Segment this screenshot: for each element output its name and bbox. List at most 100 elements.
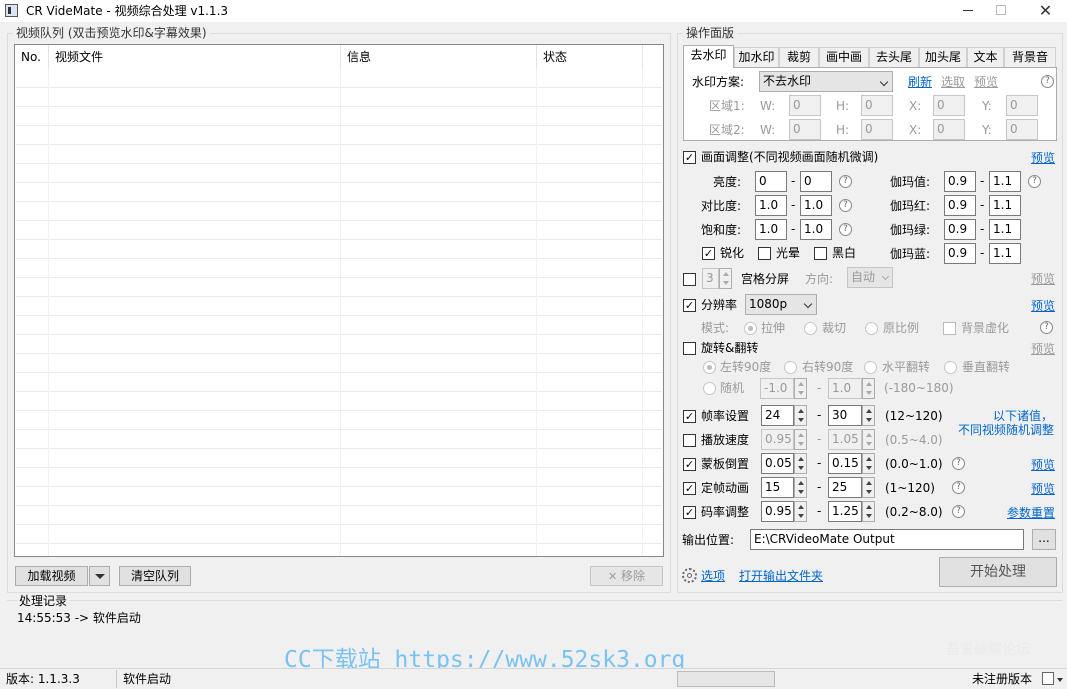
gear-icon[interactable] <box>682 568 697 583</box>
reset-link[interactable]: 参数重置 <box>1007 505 1055 521</box>
tab-add-intro[interactable]: 加头尾 <box>919 47 967 67</box>
help-icon[interactable]: ? <box>839 199 852 212</box>
tab-text[interactable]: 文本 <box>967 47 1004 67</box>
gamma-green-min[interactable]: 0.9 <box>944 219 976 240</box>
r1-h-input[interactable]: 0 <box>861 95 893 116</box>
mask-checkbox[interactable]: ✓ <box>683 458 696 471</box>
glow-checkbox[interactable] <box>758 247 771 260</box>
contrast-min[interactable]: 1.0 <box>755 195 787 216</box>
table-row[interactable] <box>16 278 662 297</box>
help-icon[interactable]: ? <box>1040 321 1053 334</box>
tab-crop[interactable]: 裁剪 <box>779 47 819 67</box>
freeze-min-spinner[interactable] <box>794 477 807 498</box>
flip-v-radio[interactable] <box>944 361 957 374</box>
gamma-green-max[interactable]: 1.1 <box>989 219 1021 240</box>
sharpen-checkbox[interactable]: ✓ <box>702 247 715 260</box>
table-row[interactable] <box>16 240 662 259</box>
start-button[interactable]: 开始处理 <box>939 557 1057 587</box>
table-row[interactable] <box>16 411 662 430</box>
table-row[interactable] <box>16 145 662 164</box>
bitrate-min-input[interactable]: 0.95 <box>761 501 794 522</box>
r1-x-input[interactable]: 0 <box>933 95 965 116</box>
r2-h-input[interactable]: 0 <box>861 119 893 140</box>
grid-preview-link[interactable]: 预览 <box>1031 271 1055 287</box>
framerate-max-input[interactable]: 30 <box>828 405 862 426</box>
maximize-icon[interactable] <box>978 0 1024 22</box>
mask-min-input[interactable]: 0.05 <box>761 453 794 474</box>
bitrate-max-input[interactable]: 1.25 <box>828 501 862 522</box>
saturation-max[interactable]: 1.0 <box>800 219 832 240</box>
table-row[interactable] <box>16 259 662 278</box>
close-icon[interactable]: ✕ <box>1024 0 1067 22</box>
rotate-random-radio[interactable] <box>703 382 716 395</box>
r1-w-input[interactable]: 0 <box>789 95 821 116</box>
gamma-red-min[interactable]: 0.9 <box>944 195 976 216</box>
speed-max-input[interactable]: 1.05 <box>828 429 862 450</box>
bitrate-min-spinner[interactable] <box>794 501 807 522</box>
bitrate-checkbox[interactable]: ✓ <box>683 506 696 519</box>
rotate-max-input[interactable]: 1.0 <box>828 378 862 399</box>
gamma-blue-max[interactable]: 1.1 <box>989 243 1021 264</box>
tab-trim[interactable]: 去头尾 <box>869 47 919 67</box>
freeze-checkbox[interactable]: ✓ <box>683 482 696 495</box>
select-link[interactable]: 选取 <box>941 74 965 90</box>
picture-adjust-checkbox[interactable]: ✓ <box>683 151 696 164</box>
tab-bgm[interactable]: 背景音 <box>1004 47 1056 67</box>
table-row[interactable] <box>16 354 662 373</box>
grid-count-spinner[interactable] <box>719 268 732 289</box>
framerate-max-spinner[interactable] <box>862 405 875 426</box>
framerate-min-spinner[interactable] <box>794 405 807 426</box>
col-no[interactable]: No. <box>15 45 49 69</box>
freeze-min-input[interactable]: 15 <box>761 477 794 498</box>
mask-min-spinner[interactable] <box>794 453 807 474</box>
flip-h-radio[interactable] <box>864 361 877 374</box>
r1-y-input[interactable]: 0 <box>1006 95 1038 116</box>
picture-preview-link[interactable]: 预览 <box>1031 150 1055 166</box>
rotate-right-radio[interactable] <box>784 361 797 374</box>
clear-queue-button[interactable]: 清空队列 <box>119 566 191 586</box>
help-icon[interactable]: ? <box>839 223 852 236</box>
freeze-max-input[interactable]: 25 <box>828 477 862 498</box>
log-scrollbar[interactable] <box>1045 610 1059 660</box>
tab-add-watermark[interactable]: 加水印 <box>734 47 779 67</box>
tab-remove-watermark[interactable]: 去水印 <box>683 45 734 68</box>
resolution-select[interactable]: 1080p <box>745 294 817 315</box>
mode-stretch-radio[interactable] <box>744 322 757 335</box>
speed-max-spinner[interactable] <box>862 429 875 450</box>
mask-preview-link[interactable]: 预览 <box>1031 457 1055 473</box>
options-link[interactable]: 选项 <box>701 568 725 584</box>
freeze-preview-link[interactable]: 预览 <box>1031 481 1055 497</box>
table-row[interactable] <box>16 506 662 525</box>
load-video-button[interactable]: 加载视频 <box>15 566 88 586</box>
table-row[interactable] <box>16 69 662 88</box>
refresh-link[interactable]: 刷新 <box>908 74 932 90</box>
col-status[interactable]: 状态 <box>537 45 643 69</box>
help-icon[interactable]: ? <box>952 481 965 494</box>
speed-min-spinner[interactable] <box>794 429 807 450</box>
r2-x-input[interactable]: 0 <box>933 119 965 140</box>
bitrate-max-spinner[interactable] <box>862 501 875 522</box>
col-file[interactable]: 视频文件 <box>49 45 341 69</box>
freeze-max-spinner[interactable] <box>862 477 875 498</box>
mode-crop-radio[interactable] <box>804 322 817 335</box>
resolution-preview-link[interactable]: 预览 <box>1031 298 1055 314</box>
output-path-input[interactable]: E:\CRVideoMate Output <box>750 529 1024 550</box>
rotate-min-input[interactable]: -1.0 <box>760 378 794 399</box>
rotate-max-spinner[interactable] <box>862 378 875 399</box>
framerate-checkbox[interactable]: ✓ <box>683 410 696 423</box>
speed-min-input[interactable]: 0.95 <box>761 429 794 450</box>
contrast-max[interactable]: 1.0 <box>800 195 832 216</box>
chevron-down-icon[interactable] <box>1057 678 1063 682</box>
table-row[interactable] <box>16 392 662 411</box>
table-row[interactable] <box>16 107 662 126</box>
tab-pip[interactable]: 画中画 <box>819 47 869 67</box>
rotate-min-spinner[interactable] <box>794 378 807 399</box>
gamma-red-max[interactable]: 1.1 <box>989 195 1021 216</box>
gamma-min[interactable]: 0.9 <box>944 171 976 192</box>
watermark-preview-link[interactable]: 预览 <box>974 74 998 90</box>
table-row[interactable] <box>16 449 662 468</box>
grid-split-checkbox[interactable] <box>683 273 696 286</box>
table-row[interactable] <box>16 221 662 240</box>
gamma-blue-min[interactable]: 0.9 <box>944 243 976 264</box>
bw-checkbox[interactable] <box>814 247 827 260</box>
